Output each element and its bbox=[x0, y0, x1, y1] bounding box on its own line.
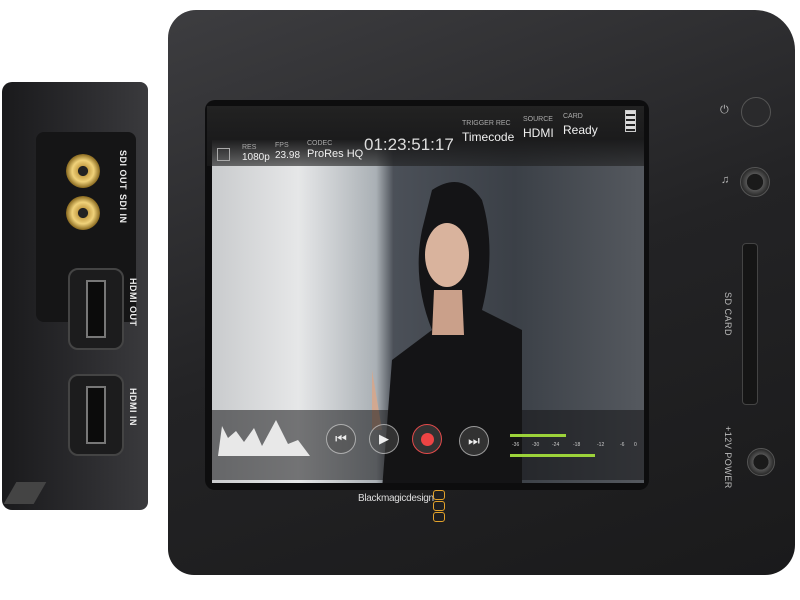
sdi-out-label: SDI OUT bbox=[118, 150, 128, 191]
meter-tick: -30 bbox=[532, 442, 540, 448]
card-label: CARD bbox=[563, 113, 583, 120]
res-label: RES bbox=[242, 144, 257, 151]
source-value[interactable]: HDMI bbox=[523, 126, 554, 140]
audio-meter: -36 -30 -24 -18 -12 -6 0 bbox=[510, 434, 640, 464]
audio-level-right bbox=[510, 454, 595, 457]
hdmi-in-port bbox=[68, 374, 124, 456]
power-label: +12V POWER bbox=[723, 426, 733, 489]
transport-overlay: ⏮ ▶ ⏭ -36 -30 -24 -18 -12 -6 0 bbox=[212, 410, 644, 480]
sd-card-slot[interactable] bbox=[742, 243, 758, 405]
audio-level-left bbox=[510, 434, 566, 437]
power-button[interactable] bbox=[741, 97, 771, 127]
sdi-in-label: SDI IN bbox=[118, 194, 128, 224]
meter-tick: -24 bbox=[552, 442, 560, 448]
headphone-jack bbox=[740, 167, 770, 197]
record-button[interactable] bbox=[412, 424, 442, 454]
power-connector bbox=[747, 448, 775, 476]
codec-label: CODEC bbox=[307, 140, 333, 147]
fullscreen-icon[interactable] bbox=[217, 148, 230, 161]
skip-back-icon: ⏮ bbox=[335, 431, 347, 446]
trigger-rec-label: TRIGGER REC bbox=[462, 120, 511, 127]
skip-forward-icon: ⏭ bbox=[468, 433, 480, 448]
codec-value[interactable]: ProRes HQ bbox=[307, 148, 363, 160]
brand-logo-mark bbox=[433, 490, 445, 523]
brand-logo: Blackmagicdesign bbox=[358, 493, 434, 504]
power-icon: ⏻ bbox=[720, 104, 729, 116]
record-icon bbox=[420, 432, 434, 446]
meter-tick: 0 bbox=[634, 442, 637, 448]
res-value[interactable]: 1080p bbox=[242, 152, 270, 163]
fps-label: FPS bbox=[275, 142, 289, 149]
skip-back-button[interactable]: ⏮ bbox=[326, 424, 356, 454]
trigger-rec-value[interactable]: Timecode bbox=[462, 130, 514, 144]
meter-tick: -12 bbox=[597, 442, 605, 448]
video-screen: ⏮ ▶ ⏭ -36 -30 -24 -18 -12 -6 0 bbox=[212, 140, 644, 483]
play-button[interactable]: ▶ bbox=[369, 424, 399, 454]
histogram bbox=[218, 420, 310, 456]
sdi-out-connector bbox=[66, 154, 100, 188]
meter-tick: -36 bbox=[512, 442, 520, 448]
meter-tick: -6 bbox=[620, 442, 625, 448]
play-icon: ▶ bbox=[379, 431, 389, 446]
headphone-icon: ♫ bbox=[721, 174, 730, 186]
hdmi-in-label: HDMI IN bbox=[128, 388, 138, 426]
sd-card-label: SD CARD bbox=[723, 292, 733, 337]
skip-forward-button[interactable]: ⏭ bbox=[459, 426, 489, 456]
source-label: SOURCE bbox=[523, 116, 553, 123]
side-panel: SDI OUT SDI IN HDMI OUT HDMI IN bbox=[2, 82, 148, 510]
sdi-in-connector bbox=[66, 196, 100, 230]
card-value[interactable]: Ready bbox=[563, 123, 598, 137]
timecode: 01:23:51:17 bbox=[364, 135, 454, 154]
hdmi-out-label: HDMI OUT bbox=[128, 278, 138, 327]
hdmi-out-port bbox=[68, 268, 124, 350]
storage-icon bbox=[625, 110, 636, 132]
meter-tick: -18 bbox=[573, 442, 581, 448]
fps-value[interactable]: 23.98 bbox=[275, 150, 300, 161]
status-bar: RES 1080p FPS 23.98 CODEC ProRes HQ 01:2… bbox=[207, 106, 644, 166]
